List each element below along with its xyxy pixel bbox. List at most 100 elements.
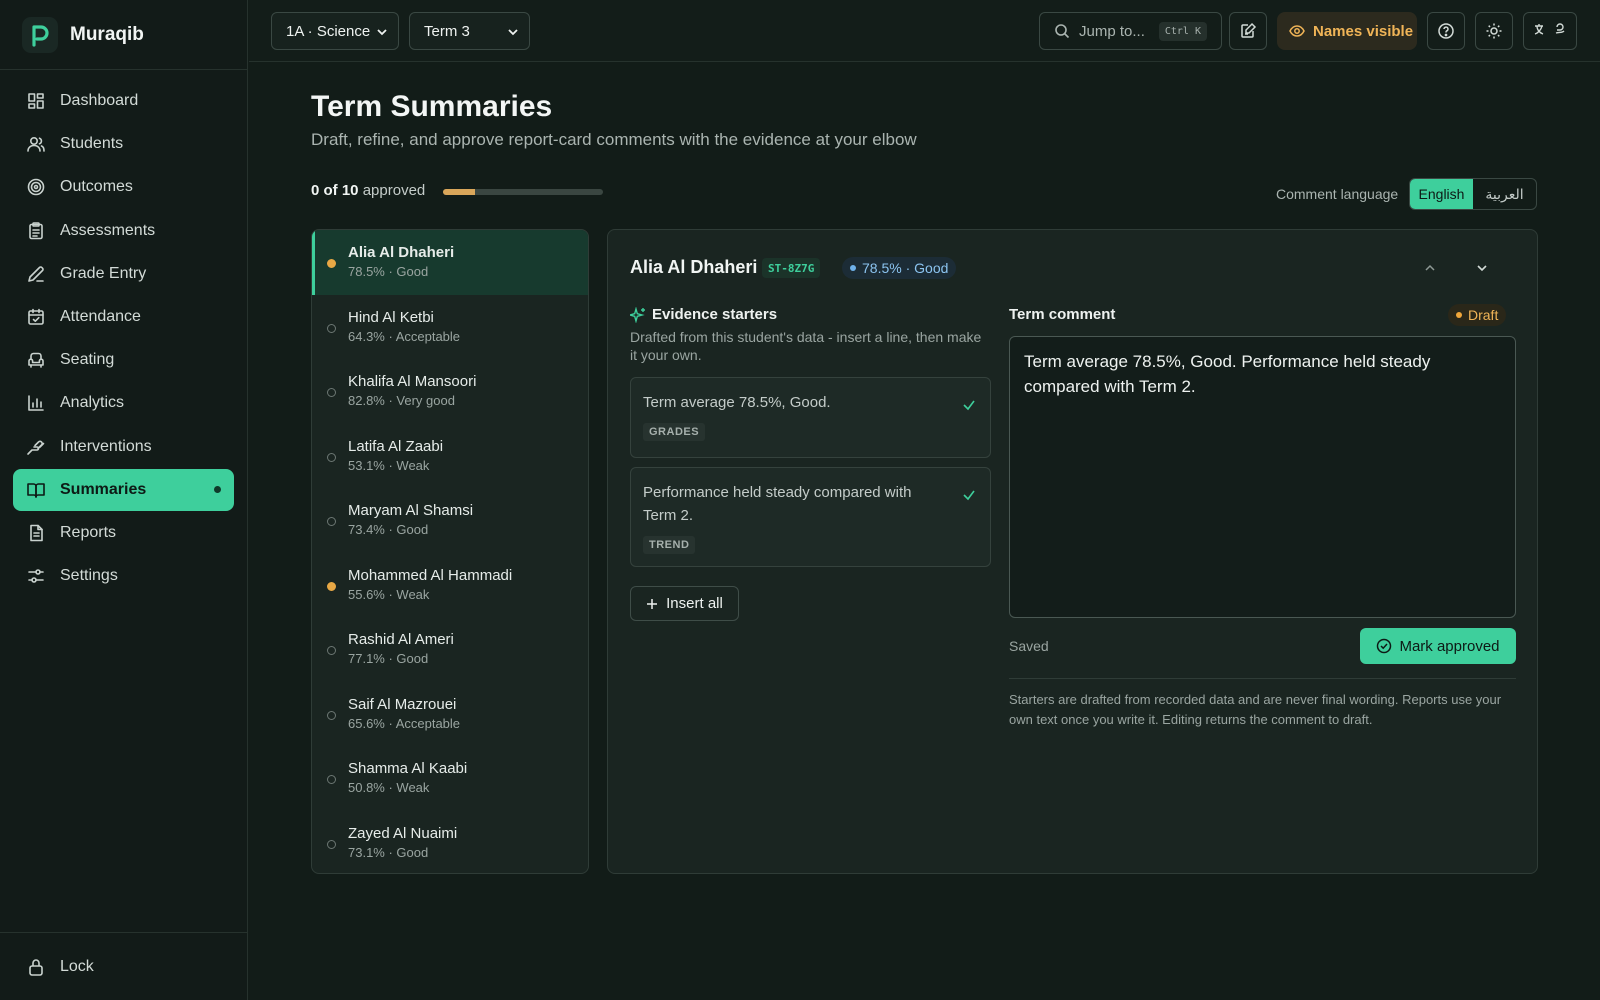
book-icon xyxy=(26,480,46,500)
language-option-english[interactable]: English xyxy=(1410,179,1473,209)
student-list-meta: 64.3% · Acceptable xyxy=(348,328,461,344)
flagged-status-dot xyxy=(327,581,336,591)
sidebar-item-label: Seating xyxy=(60,351,115,369)
student-list-name: Zayed Al Nuaimi xyxy=(348,824,458,842)
brand: Muraqib xyxy=(0,0,247,70)
sidebar-item-analytics[interactable]: Analytics xyxy=(13,382,234,424)
sidebar-item-label: Students xyxy=(60,135,124,153)
sidebar-item-interventions[interactable]: Interventions xyxy=(13,426,234,468)
sidebar-item-reports[interactable]: Reports xyxy=(13,512,234,554)
student-list-meta: 65.6% · Acceptable xyxy=(348,715,461,731)
student-list-item[interactable]: Khalifa Al Mansoori 82.8% · Very good xyxy=(312,359,588,424)
evidence-starters-title: Evidence starters xyxy=(652,306,778,323)
evidence-card[interactable]: Term average 78.5%, Good. GRADES xyxy=(630,377,991,458)
class-select[interactable]: 1A · Science xyxy=(271,12,399,50)
chevron-down-icon xyxy=(507,25,519,42)
sidebar-item-summaries[interactable]: Summaries xyxy=(13,468,234,511)
comment-language-label: Comment language xyxy=(1276,186,1399,202)
sidebar-item-seating[interactable]: Seating xyxy=(13,339,234,381)
status-dot xyxy=(327,839,336,849)
translate-icon xyxy=(1533,22,1567,40)
lock-button[interactable]: Lock xyxy=(0,932,247,1000)
sidebar-item-dashboard[interactable]: Dashboard xyxy=(13,80,234,122)
student-name: Alia Al Dhaheri xyxy=(630,257,758,277)
evidence-starters-heading: Evidence starters xyxy=(630,306,777,323)
status-dot xyxy=(327,710,336,720)
student-list-item[interactable]: Shamma Al Kaabi 50.8% · Weak xyxy=(312,746,588,811)
student-list-name: Saif Al Mazrouei xyxy=(348,695,457,713)
sidebar-item-students[interactable]: Students xyxy=(13,123,234,165)
calendar-check-icon xyxy=(26,307,46,327)
evidence-card-text: Term average 78.5%, Good. xyxy=(643,394,831,411)
lock-label: Lock xyxy=(60,957,94,975)
student-list-item[interactable]: Zayed Al Nuaimi 73.1% · Good xyxy=(312,811,588,874)
student-list-name: Mohammed Al Hammadi xyxy=(348,566,513,584)
insert-all-label: Insert all xyxy=(666,595,723,612)
student-list-item[interactable]: Maryam Al Shamsi 73.4% · Good xyxy=(312,488,588,553)
student-list-meta: 53.1% · Weak xyxy=(348,457,430,473)
sidebar-item-label: Settings xyxy=(60,567,118,585)
term-comment-textarea[interactable]: Term average 78.5%, Good. Performance he… xyxy=(1009,336,1516,618)
sidebar-item-outcomes[interactable]: Outcomes xyxy=(13,166,234,208)
eye-icon xyxy=(1289,23,1305,39)
grid-icon xyxy=(26,91,46,111)
student-list-item[interactable]: Saif Al Mazrouei 65.6% · Acceptable xyxy=(312,682,588,747)
language-switch-button[interactable] xyxy=(1523,12,1577,50)
approval-progress-text: 0 of 10 approved xyxy=(311,182,425,199)
sidebar-item-grade-entry[interactable]: Grade Entry xyxy=(13,253,234,295)
insert-all-button[interactable]: Insert all xyxy=(630,586,739,621)
student-list-meta: 78.5% · Good xyxy=(348,264,429,279)
draft-status-badge: Draft xyxy=(1448,304,1507,326)
edit-note-icon xyxy=(1239,22,1257,40)
term-select[interactable]: Term 3 xyxy=(409,12,530,50)
search-placeholder: Jump to... xyxy=(1079,22,1145,40)
status-dot xyxy=(327,388,336,397)
divider xyxy=(1009,678,1516,679)
student-list-name: Khalifa Al Mansoori xyxy=(348,373,477,390)
lock-icon xyxy=(26,957,46,977)
sidebar-item-assessments[interactable]: Assessments xyxy=(13,210,234,252)
pen-icon xyxy=(26,264,46,284)
grade-badge: 78.5% · Good xyxy=(842,257,957,279)
sidebar-item-attendance[interactable]: Attendance xyxy=(13,296,234,338)
term-comment-heading: Term comment xyxy=(1009,306,1116,323)
chevron-down-icon xyxy=(1476,262,1488,274)
notes-button[interactable] xyxy=(1229,12,1267,50)
next-student-button[interactable] xyxy=(1472,258,1492,278)
evidence-card-tag: GRADES xyxy=(643,423,706,441)
names-visible-toggle[interactable]: Names visible xyxy=(1277,12,1417,50)
search-input[interactable]: Jump to... Ctrl K xyxy=(1039,12,1222,50)
approval-progress-bar xyxy=(443,189,603,195)
status-dot xyxy=(327,323,336,333)
sparkles-icon xyxy=(630,306,646,323)
student-list-name: Shamma Al Kaabi xyxy=(348,760,468,777)
clipboard-icon xyxy=(26,221,46,241)
language-option-arabic[interactable]: العربية xyxy=(1473,179,1536,209)
help-button[interactable] xyxy=(1427,12,1465,50)
student-list-item[interactable]: Latifa Al Zaabi 53.1% · Weak xyxy=(312,424,588,489)
evidence-card[interactable]: Performance held steady compared with Te… xyxy=(630,467,991,567)
sidebar-item-label: Analytics xyxy=(60,394,125,412)
student-list-item[interactable]: Mohammed Al Hammadi 55.6% · Weak xyxy=(312,553,588,618)
sliders-icon xyxy=(26,566,46,586)
student-list-item[interactable]: Hind Al Ketbi 64.3% · Acceptable xyxy=(312,295,588,360)
summary-detail-panel: Alia Al Dhaheri ST-8Z7G 78.5% · Good Evi… xyxy=(607,229,1538,874)
term-select-value: Term 3 xyxy=(424,22,470,40)
student-list-item[interactable]: Alia Al Dhaheri 78.5% · Good xyxy=(312,230,588,295)
shortcut-badge: Ctrl K xyxy=(1158,22,1207,41)
target-icon xyxy=(26,177,46,197)
names-visible-label: Names visible xyxy=(1313,22,1414,40)
hand-heart-icon xyxy=(26,437,46,457)
student-list-item[interactable]: Rashid Al Ameri 77.1% · Good xyxy=(312,617,588,682)
previous-student-button[interactable] xyxy=(1420,258,1440,278)
approval-suffix: approved xyxy=(362,182,426,199)
sidebar-item-label: Outcomes xyxy=(60,178,133,196)
grade-badge-label: 78.5% · Good xyxy=(862,260,949,276)
sidebar-item-label: Reports xyxy=(60,523,117,541)
mark-approved-label: Mark approved xyxy=(1399,637,1500,655)
chevron-up-icon xyxy=(1424,262,1436,274)
theme-toggle[interactable] xyxy=(1475,12,1513,50)
student-id-badge: ST-8Z7G xyxy=(762,258,821,278)
mark-approved-button[interactable]: Mark approved xyxy=(1360,628,1516,664)
sidebar-item-settings[interactable]: Settings xyxy=(13,555,234,597)
